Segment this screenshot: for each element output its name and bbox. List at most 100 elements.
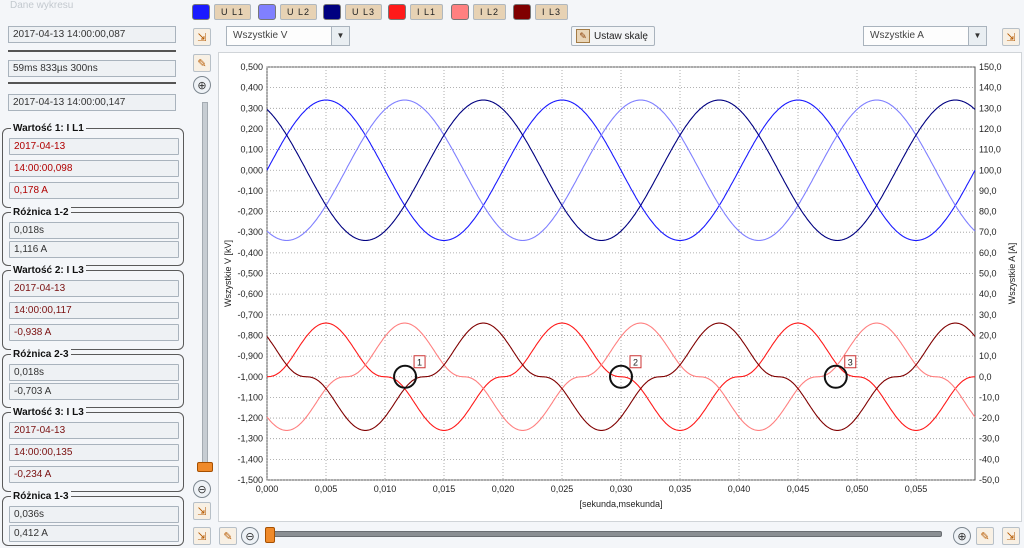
y-left-tick-label: 0,400 — [240, 83, 263, 93]
waveform-plot[interactable]: 0,500 150,0 0,400 140,0 0,300 1 30,0 0,200 120,0… — [219, 53, 1023, 523]
y-right-tick-label: 110,0 — [979, 145, 1001, 155]
fit-vertical-button[interactable]: ⇲ — [193, 502, 211, 520]
y-right-tick-label: 150,0 — [979, 62, 1002, 72]
legend-label-ul3: U L3 — [345, 4, 383, 20]
cursor-marker-label-1: 1 — [417, 357, 422, 367]
horizontal-slider-handle[interactable] — [265, 527, 275, 543]
legend-item-il1[interactable]: I L1 — [388, 4, 444, 20]
diff23-group: Różnica 2-3 0,018s -0,703 A — [2, 349, 184, 408]
end-time-field: 2017-04-13 14:00:00,147 — [8, 94, 176, 111]
value3-group: Wartość 3: I L3 2017-04-13 14:00:00,135 … — [2, 407, 184, 492]
current-series-dropdown[interactable]: Wszystkie A ▼ — [863, 26, 987, 46]
edit-x-scale-button[interactable]: ✎ — [219, 527, 237, 545]
legend-item-ul3[interactable]: U L3 — [323, 4, 383, 20]
value1-time: 14:00:00,098 — [9, 160, 179, 177]
diff13-time: 0,036s — [9, 506, 179, 523]
voltage-series-dropdown[interactable]: Wszystkie V ▼ — [226, 26, 350, 46]
diff13-title: Różnica 1-3 — [11, 491, 71, 502]
divider — [8, 50, 176, 52]
export-icon: ⇲ — [1006, 31, 1016, 44]
y-right-tick-label: 30,0 — [979, 310, 997, 320]
export-bottom-right-button[interactable]: ⇲ — [1002, 527, 1020, 545]
legend-item-il2[interactable]: I L2 — [451, 4, 507, 20]
export-bottom-left-button[interactable]: ⇲ — [193, 527, 211, 545]
set-scale-label: Ustaw skalę — [594, 30, 648, 42]
legend-label-il1: I L1 — [410, 4, 444, 20]
x-tick-label: 0,015 — [433, 484, 456, 494]
y-right-tick-label: 120,0 — [979, 124, 1002, 134]
edit-icon: ✎ — [980, 530, 990, 543]
zoom-in-horizontal-button[interactable]: ⊕ — [953, 527, 971, 545]
export-right-button[interactable]: ⇲ — [1002, 28, 1020, 46]
legend-swatch-il2 — [451, 4, 469, 20]
edit-icon: ✎ — [223, 530, 233, 543]
y-left-tick-label: -0,500 — [237, 269, 263, 279]
y-left-tick-label: 0,300 — [240, 103, 263, 113]
fit-horizontal-button[interactable]: ✎ — [976, 527, 994, 545]
legend-item-ul2[interactable]: U L2 — [258, 4, 318, 20]
y-right-tick-label: 10,0 — [979, 351, 997, 361]
chevron-down-icon[interactable]: ▼ — [331, 27, 349, 45]
start-time-field: 2017-04-13 14:00:00,087 — [8, 26, 176, 43]
value2-date: 2017-04-13 — [9, 280, 179, 297]
value1-group: Wartość 1: I L1 2017-04-13 14:00:00,098 … — [2, 123, 184, 208]
cursor-marker-label-2: 2 — [633, 357, 638, 367]
divider — [8, 82, 176, 84]
edit-scale-button[interactable]: ✎ — [193, 54, 211, 72]
chevron-down-icon[interactable]: ▼ — [968, 27, 986, 45]
duration-field: 59ms 833µs 300ns — [8, 60, 176, 77]
measurement-panel: Dane wykresu 2017-04-13 14:00:00,087 59m… — [0, 0, 186, 548]
y-right-tick-label: 70,0 — [979, 227, 997, 237]
y-left-tick-label: -0,700 — [237, 310, 263, 320]
y-left-tick-label: 0,200 — [240, 124, 263, 134]
y-left-tick-label: -1,100 — [237, 392, 263, 402]
value3-title: Wartość 3: I L3 — [11, 407, 86, 418]
legend-label-ul2: U L2 — [280, 4, 318, 20]
x-tick-label: 0,045 — [787, 484, 810, 494]
y-right-tick-label: 40,0 — [979, 289, 997, 299]
y-left-tick-label: -0,400 — [237, 248, 263, 258]
y-left-tick-label: -1,000 — [237, 372, 263, 382]
diff23-title: Różnica 2-3 — [11, 349, 71, 360]
horizontal-zoom-slider[interactable] — [272, 531, 942, 537]
y-left-tick-label: 0,500 — [240, 62, 263, 72]
y-left-tick-label: -0,300 — [237, 227, 263, 237]
y-right-tick-label: 80,0 — [979, 207, 997, 217]
x-tick-label: 0,050 — [846, 484, 869, 494]
y-right-tick-label: -50,0 — [979, 475, 1000, 485]
legend-label-il3: I L3 — [535, 4, 569, 20]
y-left-axis-title: Wszystkie V [kV] — [223, 240, 233, 307]
zoom-out-horizontal-button[interactable]: ⊖ — [241, 527, 259, 545]
vertical-zoom-slider[interactable] — [202, 102, 208, 472]
diff12-time: 0,018s — [9, 222, 179, 239]
x-tick-label: 0,035 — [669, 484, 692, 494]
diff12-group: Różnica 1-2 0,018s 1,116 A — [2, 207, 184, 266]
zoom-in-vertical-button[interactable]: ⊕ — [193, 76, 211, 94]
y-left-tick-label: -0,900 — [237, 351, 263, 361]
set-scale-button[interactable]: ✎ Ustaw skalę — [571, 26, 655, 46]
y-right-tick-label: 90,0 — [979, 186, 997, 196]
diff13-amp: 0,412 A — [9, 525, 179, 542]
waveform-chart[interactable]: 0,500 150,0 0,400 140,0 0,300 1 30,0 0,200 120,0… — [218, 52, 1022, 522]
y-right-tick-label: 100,0 — [979, 165, 1002, 175]
value1-date: 2017-04-13 — [9, 138, 179, 155]
y-right-tick-label: 140,0 — [979, 83, 1002, 93]
zoom-out-vertical-button[interactable]: ⊖ — [193, 480, 211, 498]
legend-swatch-il3 — [513, 4, 531, 20]
fit-icon: ⇲ — [197, 505, 207, 518]
zoom-out-icon: ⊖ — [197, 483, 207, 496]
zoom-in-icon: ⊕ — [197, 79, 207, 92]
y-right-tick-label: -40,0 — [979, 454, 1000, 464]
legend-item-ul1[interactable]: U L1 — [192, 4, 252, 20]
legend-item-il3[interactable]: I L3 — [513, 4, 569, 20]
export-left-button[interactable]: ⇲ — [193, 28, 211, 46]
y-left-tick-label: -0,200 — [237, 207, 263, 217]
y-right-tick-label: -10,0 — [979, 392, 1000, 402]
value1-amp: 0,178 A — [9, 182, 179, 199]
vertical-slider-handle[interactable] — [197, 462, 213, 472]
y-left-tick-label: -0,100 — [237, 186, 263, 196]
x-tick-label: 0,055 — [905, 484, 928, 494]
value3-time: 14:00:00,135 — [9, 444, 179, 461]
value2-amp: -0,938 A — [9, 324, 179, 341]
edit-icon: ✎ — [197, 57, 207, 70]
